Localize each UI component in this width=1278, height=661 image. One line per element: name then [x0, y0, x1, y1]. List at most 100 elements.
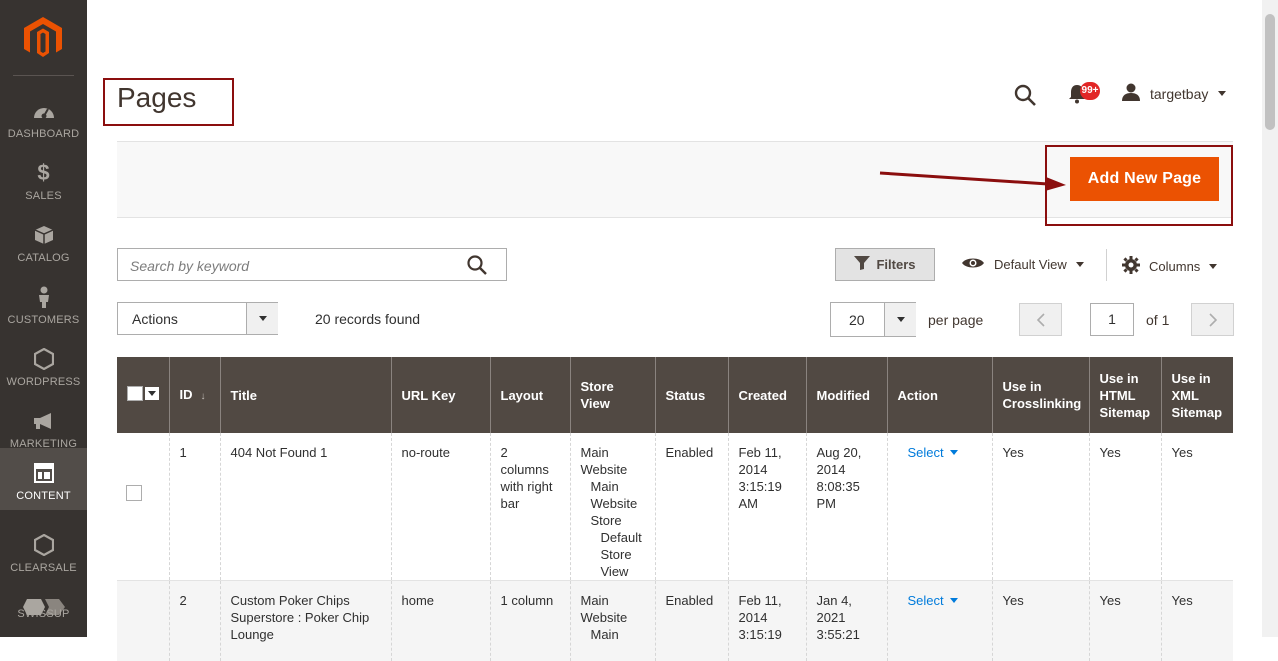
store-group: Main	[590, 627, 619, 642]
row-action-select[interactable]: Select	[908, 444, 958, 461]
chevron-down-icon	[949, 450, 958, 455]
store-view-name: Default Store View	[600, 530, 642, 579]
columns-control[interactable]: Columns	[1122, 256, 1218, 277]
cell-url-key: home	[390, 580, 490, 661]
user-icon	[1122, 83, 1140, 104]
chevron-down-icon	[949, 598, 958, 603]
cell-modified: Aug 20, 2014 8:08:35 PM	[805, 433, 887, 581]
cell-xml-sitemap: Yes	[1160, 580, 1233, 661]
sidebar-item-swissup[interactable]: SWISSUP	[0, 582, 87, 644]
sidebar-item-content[interactable]: CONTENT	[0, 448, 87, 510]
view-switcher[interactable]: Default View	[961, 256, 1084, 273]
sidebar-item-label: CUSTOMERS	[7, 314, 80, 326]
row-action-select[interactable]: Select	[908, 592, 958, 609]
cell-created: Feb 11, 2014 3:15:19	[727, 580, 806, 661]
row-checkbox[interactable]	[126, 485, 142, 501]
user-menu[interactable]: targetbay	[1122, 83, 1227, 104]
column-header-action: Action	[886, 357, 992, 433]
page-number-input[interactable]: 1	[1090, 303, 1134, 336]
column-header-title[interactable]: Title	[219, 357, 391, 433]
chevron-down-icon	[1218, 91, 1227, 96]
cell-status: Enabled	[654, 433, 728, 581]
magento-logo-icon	[24, 17, 62, 57]
mass-actions-select[interactable]: Actions	[117, 302, 278, 335]
filters-label: Filters	[876, 257, 916, 272]
next-page-button[interactable]	[1191, 303, 1234, 336]
sidebar-item-catalog[interactable]: CATALOG	[0, 210, 87, 272]
column-header-created[interactable]: Created	[727, 357, 806, 433]
cell-layout: 1 column	[489, 580, 570, 661]
layout-icon	[0, 462, 87, 484]
sidebar-item-dashboard[interactable]: DASHBOARD	[0, 86, 87, 148]
search-input[interactable]	[128, 255, 452, 277]
column-header-id[interactable]: ID ↓	[168, 357, 220, 433]
sidebar-item-customers[interactable]: CUSTOMERS	[0, 272, 87, 334]
sidebar-item-label: CONTENT	[16, 490, 71, 502]
funnel-icon	[854, 256, 871, 273]
scrollbar-thumb[interactable]	[1265, 14, 1275, 130]
filters-button[interactable]: Filters	[835, 248, 935, 281]
row-select-cell	[117, 433, 169, 581]
columns-label: Columns	[1149, 259, 1201, 274]
sidebar-item-wordpress[interactable]: WORDPRESS	[0, 334, 87, 396]
column-header-layout[interactable]: Layout	[489, 357, 570, 433]
admin-sidebar: DASHBOARD $ SALES CATALOG CUSTOMERS WORD…	[0, 0, 87, 637]
sidebar-item-label: SWISSUP	[17, 608, 70, 620]
search-icon[interactable]	[466, 254, 488, 281]
cell-action: Select	[886, 433, 992, 581]
notifications-badge: 99+	[1080, 82, 1100, 100]
cell-store-view: Main Website Main	[569, 580, 655, 661]
cell-crosslinking: Yes	[991, 433, 1089, 581]
previous-page-button[interactable]	[1019, 303, 1062, 336]
store-website: Main Website	[580, 593, 628, 625]
mass-select-checkbox[interactable]	[127, 385, 159, 401]
cell-id: 2	[168, 580, 220, 661]
column-header-crosslinking[interactable]: Use in Crosslinking	[991, 357, 1089, 433]
sidebar-item-label: CLEARSALE	[10, 562, 77, 574]
column-header-store-view[interactable]: Store View	[569, 357, 655, 433]
pages-grid: ID ↓ Title URL Key Layout Store View Stat…	[117, 357, 1233, 661]
column-header-html-sitemap[interactable]: Use in HTML Sitemap	[1088, 357, 1161, 433]
sidebar-item-clearsale[interactable]: CLEARSALE	[0, 520, 87, 582]
per-page-select[interactable]: 20	[830, 302, 916, 337]
table-row[interactable]: 2 Custom Poker Chips Superstore : Poker …	[117, 580, 1233, 661]
dashboard-icon	[0, 100, 87, 122]
chevron-down-icon	[1075, 262, 1084, 267]
keyword-search	[117, 248, 507, 281]
chevron-down-icon	[1209, 264, 1218, 269]
user-name: targetbay	[1150, 85, 1209, 102]
sidebar-item-label: WORDPRESS	[6, 376, 81, 388]
sort-arrow-icon: ↓	[200, 390, 206, 402]
per-page-label: per page	[928, 312, 984, 328]
mass-actions-label: Actions	[132, 311, 178, 327]
annotation-box-button	[1045, 145, 1233, 226]
mass-select-header[interactable]	[117, 357, 169, 433]
table-row[interactable]: 1 404 Not Found 1 no-route 2 columns wit…	[117, 433, 1233, 581]
sidebar-item-label: DASHBOARD	[7, 128, 80, 140]
cell-id: 1	[168, 433, 220, 581]
cell-store-view: Main Website Main Website Store Default …	[569, 433, 655, 581]
eye-icon	[961, 256, 985, 273]
global-search-icon[interactable]	[1013, 83, 1037, 112]
annotation-box-title	[103, 78, 234, 126]
sidebar-item-label: SALES	[25, 190, 62, 202]
column-header-modified[interactable]: Modified	[805, 357, 887, 433]
chevron-down-icon	[145, 386, 159, 400]
column-header-status[interactable]: Status	[654, 357, 728, 433]
hexagon-icon	[0, 348, 87, 370]
chevron-left-icon	[1036, 312, 1045, 327]
magento-logo[interactable]	[0, 0, 87, 76]
cell-status: Enabled	[654, 580, 728, 661]
cell-layout: 2 columns with right bar	[489, 433, 570, 581]
cell-action: Select	[886, 580, 992, 661]
cell-modified: Jan 4, 2021 3:55:21	[805, 580, 887, 661]
column-header-xml-sitemap[interactable]: Use in XML Sitemap	[1160, 357, 1233, 433]
cell-crosslinking: Yes	[991, 580, 1089, 661]
chevron-down-icon	[884, 303, 916, 336]
sidebar-divider	[13, 75, 74, 76]
sidebar-item-sales[interactable]: $ SALES	[0, 148, 87, 210]
column-header-url-key[interactable]: URL Key	[390, 357, 490, 433]
store-website: Main Website	[580, 445, 628, 477]
chevron-right-icon	[1208, 312, 1217, 327]
cell-url-key: no-route	[390, 433, 490, 581]
